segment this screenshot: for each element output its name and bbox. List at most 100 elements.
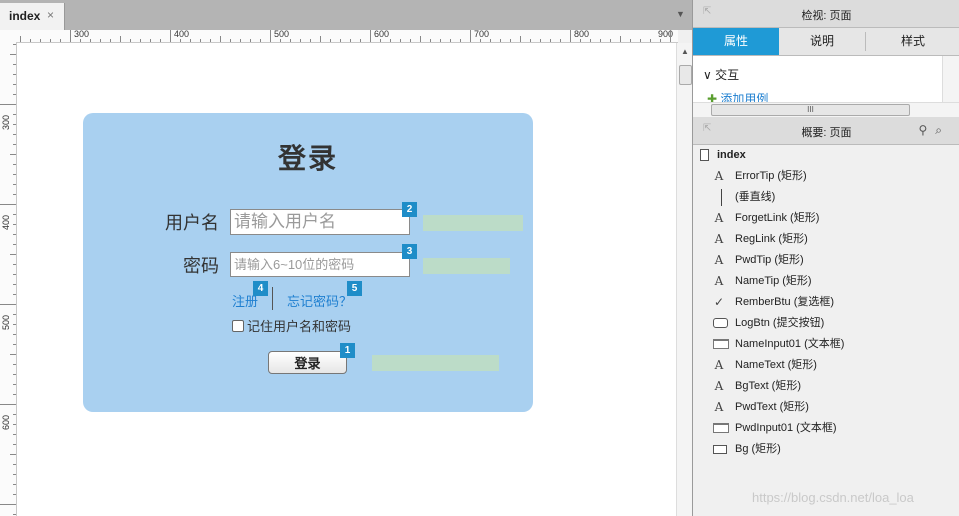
ruler-tick <box>310 39 311 42</box>
ruler-tick <box>50 39 51 42</box>
ruler-tick <box>13 494 16 495</box>
ruler-tick <box>140 39 141 42</box>
ruler-tick <box>13 484 16 485</box>
password-label[interactable]: 密码 <box>183 252 219 278</box>
annotation-badge[interactable]: 2 <box>402 202 417 217</box>
outline-item[interactable]: A BgText (矩形) <box>693 376 959 397</box>
button-icon <box>713 318 728 328</box>
checkbox-icon[interactable] <box>232 320 244 332</box>
tab-style[interactable]: 样式 <box>866 28 959 55</box>
outline-item[interactable]: A ErrorTip (矩形) <box>693 166 959 187</box>
login-card-bg[interactable]: 登录 用户名 请输入用户名 2 密码 请输入6~10位的密码 3 注册 4 忘记… <box>83 113 533 412</box>
scroll-up-icon[interactable]: ▲ <box>681 47 689 56</box>
chevron-down-icon[interactable]: ▼ <box>676 9 685 19</box>
horizontal-scrollbar[interactable]: III <box>693 102 959 117</box>
outline-item[interactable]: Bg (矩形) <box>693 439 959 460</box>
ruler-tick <box>13 474 16 475</box>
ruler-tick <box>13 244 16 245</box>
ruler-tick <box>630 39 631 42</box>
rect-icon <box>713 445 727 454</box>
outline-item[interactable]: PwdInput01 (文本框) <box>693 418 959 439</box>
login-title[interactable]: 登录 <box>83 137 533 177</box>
ruler-tick <box>13 194 16 195</box>
section-label: 交互 <box>715 68 740 82</box>
add-case-link[interactable]: ✚ 添加用例 <box>707 90 768 102</box>
outline-item-label: NameTip (矩形) <box>735 275 812 287</box>
username-input[interactable]: 请输入用户名 <box>230 209 410 235</box>
vline-icon <box>721 189 722 206</box>
tab-properties[interactable]: 属性 <box>693 28 779 55</box>
outline-item[interactable]: LogBtn (提交按钮) <box>693 313 959 334</box>
text-icon: A <box>714 274 724 288</box>
ruler-tick <box>490 39 491 42</box>
ruler-tick <box>13 424 16 425</box>
ruler-tick <box>430 39 431 42</box>
ruler-tick <box>270 30 271 42</box>
outline-item[interactable]: NameInput01 (文本框) <box>693 334 959 355</box>
input-icon <box>713 423 729 433</box>
ruler-tick <box>540 39 541 42</box>
remember-label: 记住用户名和密码 <box>247 319 352 334</box>
ruler-tick <box>13 64 16 65</box>
ruler-tick <box>13 444 16 445</box>
ruler-tick <box>100 39 101 42</box>
outline-root[interactable]: index <box>693 145 959 166</box>
interaction-header[interactable]: ∨ 交互 <box>703 66 739 83</box>
ruler-tick <box>190 39 191 42</box>
vertical-divider[interactable] <box>272 287 273 310</box>
ruler-tick <box>30 39 31 42</box>
scrollbar-thumb[interactable] <box>679 65 692 85</box>
ruler-tick <box>130 39 131 42</box>
error-tip[interactable] <box>372 355 499 371</box>
outline-item[interactable]: A PwdTip (矩形) <box>693 250 959 271</box>
outline-item[interactable]: A RegLink (矩形) <box>693 229 959 250</box>
scrollbar-thumb[interactable]: III <box>711 104 910 116</box>
username-label[interactable]: 用户名 <box>165 209 219 235</box>
ruler-tick <box>480 39 481 42</box>
ruler-tick <box>13 464 16 465</box>
search-icon[interactable]: ⌕ <box>935 123 950 137</box>
outline-item[interactable]: A NameText (矩形) <box>693 355 959 376</box>
chevron-down-icon[interactable]: ∨ <box>703 68 715 82</box>
login-button[interactable]: 登录 <box>268 351 347 374</box>
ruler-tick <box>470 30 471 42</box>
outline-item-label: RegLink (矩形) <box>735 233 808 245</box>
ruler-tick <box>580 39 581 42</box>
outline-item[interactable]: (垂直线) <box>693 187 959 208</box>
outline-item[interactable]: A NameTip (矩形) <box>693 271 959 292</box>
forget-password-link[interactable]: 忘记密码？ <box>287 291 352 310</box>
outline-tree: index A ErrorTip (矩形) (垂直线) A ForgetLink (… <box>693 145 959 516</box>
ruler-tick <box>13 284 16 285</box>
ruler-tick <box>160 39 161 42</box>
annotation-badge[interactable]: 4 <box>253 281 268 296</box>
remember-checkbox[interactable]: 记住用户名和密码 <box>232 316 351 335</box>
ruler-tick <box>460 39 461 42</box>
outline-item[interactable]: A PwdText (矩形) <box>693 397 959 418</box>
ruler-tick <box>0 304 16 305</box>
filter-icon[interactable]: ⚲ <box>918 123 935 137</box>
tab-index[interactable]: index × <box>0 3 65 30</box>
annotation-badge[interactable]: 1 <box>340 343 355 358</box>
ruler-tick <box>13 174 16 175</box>
ruler-tick <box>220 36 221 42</box>
design-canvas[interactable]: 登录 用户名 请输入用户名 2 密码 请输入6~10位的密码 3 注册 4 忘记… <box>17 43 676 516</box>
outline-item[interactable]: ✓ RemberBtu (复选框) <box>693 292 959 313</box>
ruler-tick <box>13 44 16 45</box>
outline-item[interactable]: A ForgetLink (矩形) <box>693 208 959 229</box>
name-tip[interactable] <box>423 215 523 231</box>
ruler-tick <box>13 144 16 145</box>
ruler-label: 300 <box>74 30 90 39</box>
canvas-scrollbar[interactable]: ▲ <box>676 43 693 516</box>
outline-item-label: RemberBtu (复选框) <box>735 296 835 308</box>
close-icon[interactable]: × <box>47 8 54 22</box>
ruler-tick <box>640 39 641 42</box>
ruler-tick <box>0 404 16 405</box>
password-tip[interactable] <box>423 258 510 274</box>
inspector-header: ⇱ 检视: 页面 <box>693 0 959 28</box>
ruler-tick <box>250 39 251 42</box>
tab-notes[interactable]: 说明 <box>779 28 865 55</box>
password-input[interactable]: 请输入6~10位的密码 <box>230 252 410 277</box>
interaction-scrollbar[interactable] <box>942 56 959 102</box>
annotation-badge[interactable]: 5 <box>347 281 362 296</box>
annotation-badge[interactable]: 3 <box>402 244 417 259</box>
